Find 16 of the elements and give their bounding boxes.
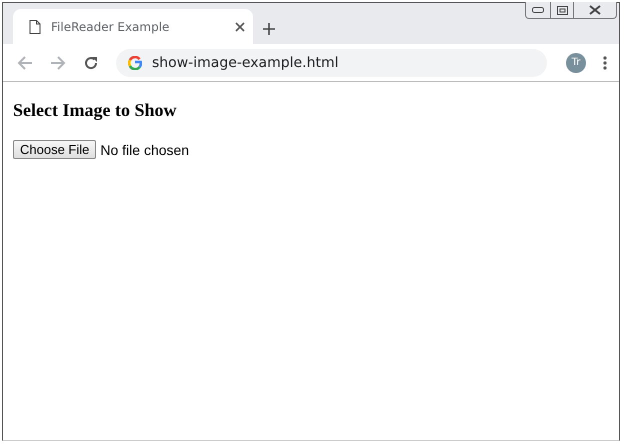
close-icon[interactable] — [235, 22, 245, 32]
new-tab-icon[interactable] — [263, 22, 275, 34]
url-text: show-image-example.html — [152, 54, 338, 70]
browser-tab[interactable]: FileReader Example — [13, 9, 253, 44]
reload-icon[interactable] — [83, 54, 99, 70]
choose-file-button[interactable]: Choose File — [13, 140, 96, 159]
page-icon — [29, 20, 41, 34]
menu-icon[interactable] — [603, 56, 607, 70]
google-icon — [128, 56, 142, 70]
file-status: No file chosen — [100, 142, 190, 158]
close-icon — [589, 5, 601, 15]
tab-title: FileReader Example — [51, 20, 170, 34]
minimize-icon — [532, 7, 544, 13]
maximize-icon — [556, 6, 568, 14]
page-heading: Select Image to Show — [13, 100, 176, 121]
address-bar[interactable]: show-image-example.html — [116, 48, 547, 76]
